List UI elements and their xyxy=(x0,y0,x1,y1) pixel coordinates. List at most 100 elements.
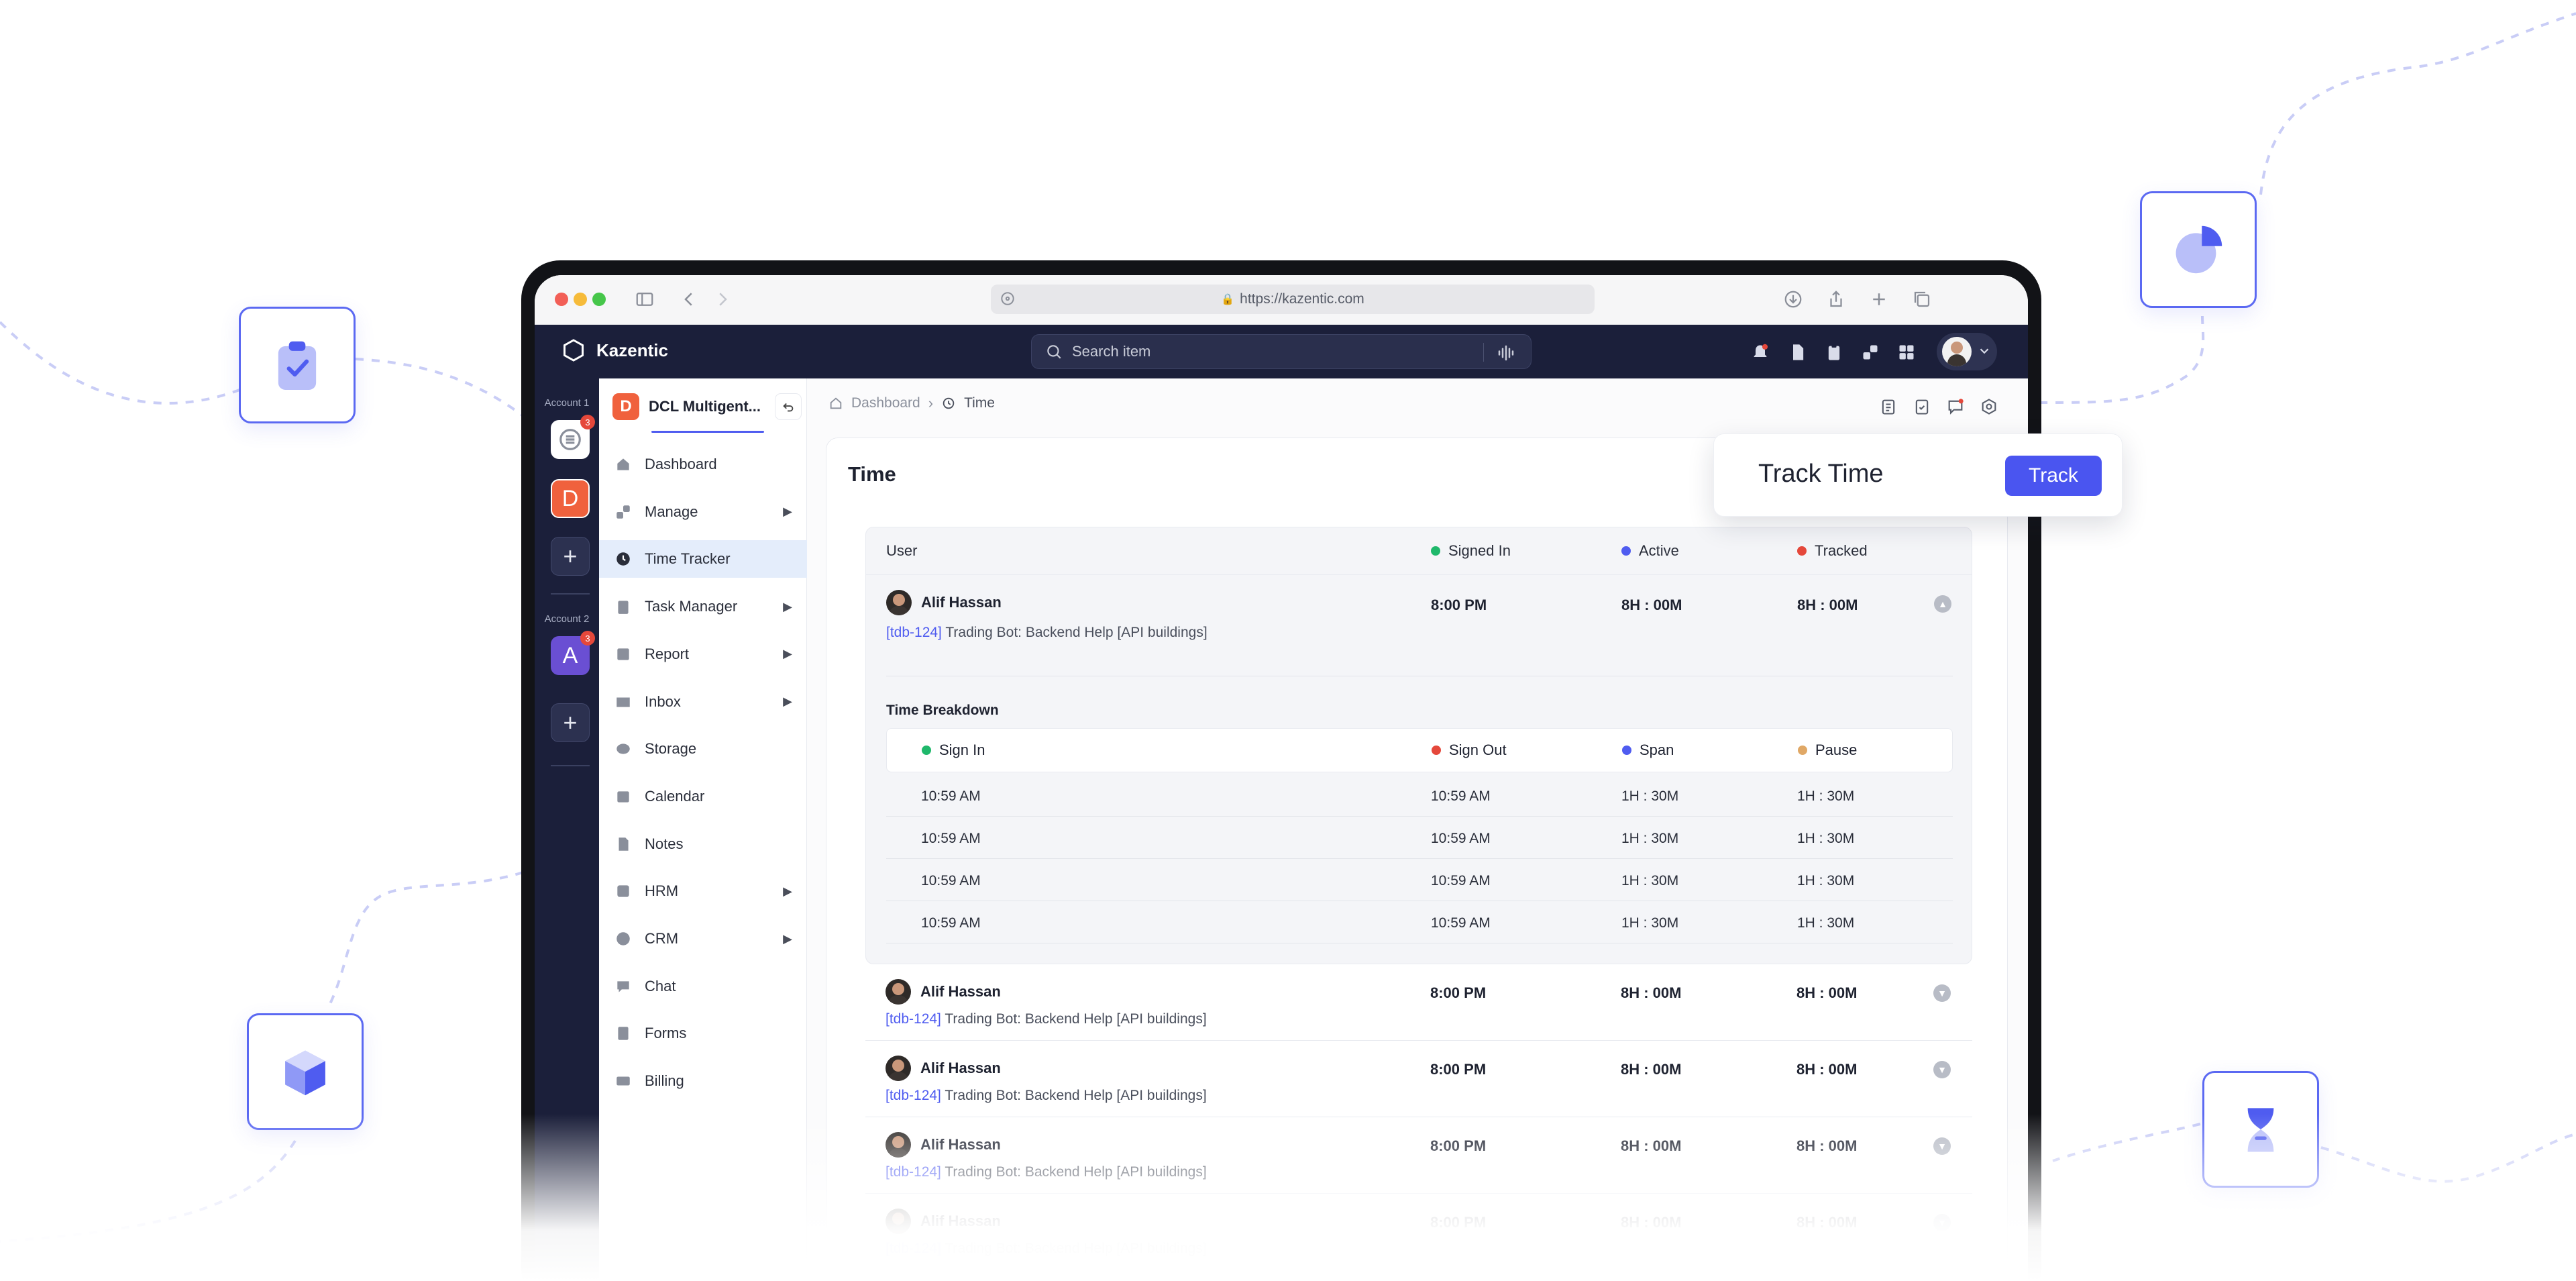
header-span: Span xyxy=(1622,729,1674,772)
breakdown-sign-out-value: 10:59 AM xyxy=(1431,915,1491,931)
header-active: Active xyxy=(1621,527,1679,574)
account-1-workspace-d[interactable]: D xyxy=(551,479,590,518)
crm-icon xyxy=(614,929,633,948)
sidebar-item-manage[interactable]: Manage ▶ xyxy=(599,493,807,531)
active-value: 8H : 00M xyxy=(1621,597,1682,613)
green-dot xyxy=(922,746,931,755)
expand-row-button[interactable]: ▼ xyxy=(1933,1061,1951,1078)
table-row[interactable]: Alif Hassan [tdb-124] Trading Bot: Backen… xyxy=(865,964,1972,1041)
breakdown-row: 10:59 AM 10:59 AM 1H : 30M 1H : 30M xyxy=(886,902,1953,943)
sidebar-item-task-manager[interactable]: Task Manager ▶ xyxy=(599,588,807,625)
task-title: Trading Bot: Backend Help [API buildings… xyxy=(945,1088,1207,1103)
clock-icon xyxy=(614,550,633,568)
sidebar-item-inbox[interactable]: Inbox ▶ xyxy=(599,683,807,721)
maximize-window-dot[interactable] xyxy=(592,293,606,306)
notes-toolbar-icon[interactable] xyxy=(1876,395,1900,419)
undo-icon xyxy=(783,403,794,412)
add-workspace-button[interactable]: + xyxy=(551,537,590,576)
sidebar-item-notes[interactable]: Notes xyxy=(599,825,807,863)
sidebar-item-label: Manage xyxy=(645,503,698,520)
chat-toolbar-icon[interactable] xyxy=(1943,395,1968,419)
caret-right-icon: ▶ xyxy=(783,647,792,661)
avatar xyxy=(1942,337,1972,366)
task-tag[interactable]: [tdb-124] xyxy=(885,1011,941,1027)
voice-search-icon[interactable] xyxy=(1496,343,1516,367)
add-workspace-button[interactable]: + xyxy=(551,703,590,742)
close-window-dot[interactable] xyxy=(555,293,568,306)
sidebar-item-chat[interactable]: Chat xyxy=(599,968,807,1005)
user-menu-button[interactable] xyxy=(1937,333,1997,370)
track-time-title: Track Time xyxy=(1758,460,1884,488)
manage-icon xyxy=(614,503,633,521)
sidebar-item-report[interactable]: Report ▶ xyxy=(599,635,807,673)
breakdown-row: 10:59 AM 10:59 AM 1H : 30M 1H : 30M xyxy=(886,860,1953,901)
forms-icon xyxy=(614,1024,633,1043)
search-bar[interactable]: Search item xyxy=(1031,334,1532,369)
sidebar-item-billing[interactable]: Billing xyxy=(599,1062,807,1100)
site-settings-icon[interactable] xyxy=(999,290,1016,307)
sidebar-item-forms[interactable]: Forms xyxy=(599,1015,807,1052)
header-user-label: User xyxy=(886,542,918,559)
tasks-toolbar-icon[interactable] xyxy=(1910,395,1934,419)
tabs-overview-icon[interactable] xyxy=(1910,287,1934,311)
user-cell: Alif Hassan xyxy=(885,979,1001,1005)
caret-right-icon: ▶ xyxy=(783,505,792,519)
sidebar-item-hrm[interactable]: HRM ▶ xyxy=(599,872,807,910)
avatar xyxy=(886,590,912,615)
red-dot xyxy=(1432,746,1441,755)
url-text: https://kazentic.com xyxy=(1240,291,1364,307)
task-tag[interactable]: [tdb-124] xyxy=(886,625,942,640)
breakdown-sign-in-value: 10:59 AM xyxy=(921,915,981,931)
collapse-sidebar-button[interactable] xyxy=(775,393,802,420)
minimize-window-dot[interactable] xyxy=(574,293,587,306)
account-1-workspace-tile[interactable]: 3 xyxy=(551,415,595,459)
notification-bell-icon[interactable] xyxy=(1749,341,1772,364)
breakdown-pause-value: 1H : 30M xyxy=(1797,831,1855,846)
apps-grid-icon[interactable] xyxy=(1895,341,1918,364)
notification-badge: 3 xyxy=(580,415,595,429)
clipboard-check-card xyxy=(239,307,356,423)
share-icon[interactable] xyxy=(1824,287,1848,311)
breadcrumb-dashboard[interactable]: Dashboard xyxy=(851,395,920,411)
tracked-value: 8H : 00M xyxy=(1797,597,1858,613)
sidebar-item-dashboard[interactable]: Dashboard xyxy=(599,446,807,483)
collapse-row-button[interactable]: ▲ xyxy=(1934,595,1951,613)
forward-icon[interactable] xyxy=(710,287,735,311)
sidebar-item-calendar[interactable]: Calendar xyxy=(599,778,807,815)
table-row[interactable]: Alif Hassan [tdb-124] Trading Bot: Backen… xyxy=(865,1041,1972,1117)
workspace-letter: A xyxy=(562,642,578,668)
download-icon[interactable] xyxy=(1781,287,1805,311)
sidebar-item-label: Billing xyxy=(645,1072,684,1090)
workspace-switcher[interactable]: D DCL Multigent... xyxy=(612,393,761,420)
rail-divider xyxy=(551,765,590,766)
header-sign-out: Sign Out xyxy=(1432,729,1507,772)
hexagon-logo-icon xyxy=(564,339,584,362)
account-2-label: Account 2 xyxy=(544,613,590,625)
sidebar-item-storage[interactable]: Storage xyxy=(599,730,807,768)
pie-chart-icon xyxy=(2176,225,2222,274)
new-tab-icon[interactable] xyxy=(1867,287,1891,311)
expand-row-button[interactable]: ▼ xyxy=(1933,984,1951,1002)
user-cell: Alif Hassan xyxy=(886,590,1002,615)
clipboard-icon[interactable] xyxy=(1823,341,1845,364)
notification-badge: 3 xyxy=(580,631,595,646)
app-logo[interactable]: Kazentic xyxy=(561,338,668,362)
account-2-workspace-a[interactable]: A 3 xyxy=(551,631,595,675)
sidebar-item-crm[interactable]: CRM ▶ xyxy=(599,920,807,958)
caret-right-icon: ▶ xyxy=(783,695,792,708)
sidebar-toggle-icon[interactable] xyxy=(633,287,657,311)
back-icon[interactable] xyxy=(677,287,701,311)
chevron-right-icon: › xyxy=(928,395,934,411)
sidebar-item-time-tracker[interactable]: Time Tracker xyxy=(599,540,807,578)
task-tag[interactable]: [tdb-124] xyxy=(885,1088,941,1103)
sidebar-item-label: HRM xyxy=(645,882,679,900)
document-icon[interactable] xyxy=(1786,341,1809,364)
hrm-icon xyxy=(614,882,633,901)
tracked-value: 8H : 00M xyxy=(1796,1061,1858,1078)
integrations-icon[interactable] xyxy=(1859,341,1882,364)
settings-toolbar-icon[interactable] xyxy=(1977,395,2001,419)
table-row[interactable]: Alif Hassan [tdb-124] Trading Bot: Backe… xyxy=(866,575,1973,648)
track-button[interactable]: Track xyxy=(2005,456,2102,496)
chat-icon xyxy=(614,977,633,996)
url-bar[interactable]: 🔒 https://kazentic.com xyxy=(991,285,1595,314)
